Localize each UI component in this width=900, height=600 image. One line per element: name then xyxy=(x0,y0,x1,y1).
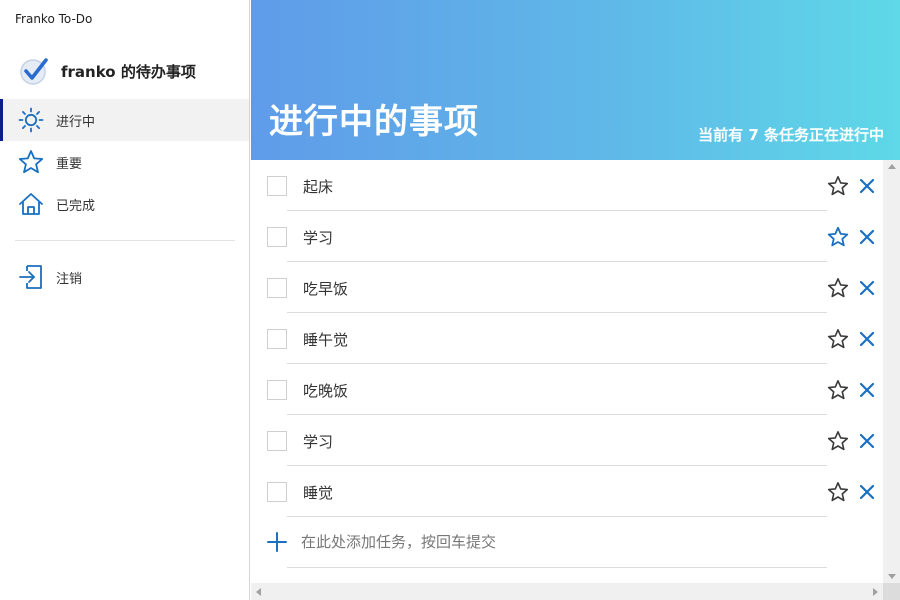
task-row: 睡觉 xyxy=(251,466,883,517)
task-text: 起床 xyxy=(303,178,334,196)
task-row: 学习 xyxy=(251,211,883,262)
plus-icon[interactable] xyxy=(266,531,288,553)
star-icon[interactable] xyxy=(827,226,849,248)
task-checkbox[interactable] xyxy=(267,380,287,400)
task-text: 吃晚饭 xyxy=(303,382,349,400)
sidebar-nav: 进行中 重要 已完成 xyxy=(0,99,249,225)
close-icon[interactable] xyxy=(857,278,877,298)
close-icon[interactable] xyxy=(857,431,877,451)
task-checkbox[interactable] xyxy=(267,329,287,349)
task-row: 睡午觉 xyxy=(251,313,883,364)
task-text: 学习 xyxy=(303,229,334,247)
scroll-left-icon[interactable] xyxy=(256,588,261,596)
window-title: Franko To-Do xyxy=(15,12,93,26)
sidebar-item-in-progress[interactable]: 进行中 xyxy=(0,99,249,141)
star-icon[interactable] xyxy=(827,481,849,503)
close-icon[interactable] xyxy=(857,176,877,196)
star-icon[interactable] xyxy=(827,430,849,452)
user-name: franko 的待办事项 xyxy=(61,62,196,81)
task-text: 学习 xyxy=(303,433,334,451)
logout-button[interactable]: 注销 xyxy=(0,256,249,298)
horizontal-scrollbar[interactable] xyxy=(251,583,883,600)
check-circle-icon xyxy=(20,58,48,85)
add-task-row xyxy=(251,517,883,568)
sidebar-item-label: 重要 xyxy=(56,156,83,172)
task-count-text: 当前有 7 条任务正在进行中 xyxy=(698,126,884,144)
task-row: 学习 xyxy=(251,415,883,466)
scroll-up-icon[interactable] xyxy=(888,164,896,169)
logout-icon xyxy=(18,264,44,290)
star-icon[interactable] xyxy=(827,328,849,350)
task-row: 吃早饭 xyxy=(251,262,883,313)
logout-label: 注销 xyxy=(56,271,83,287)
sidebar-item-label: 已完成 xyxy=(56,198,96,214)
scroll-right-icon[interactable] xyxy=(873,588,878,596)
sidebar: Franko To-Do franko 的待办事项 进行中 重要 已完成 注销 xyxy=(0,0,250,600)
sidebar-item-label: 进行中 xyxy=(56,114,96,130)
vertical-scrollbar[interactable] xyxy=(883,160,900,583)
task-checkbox[interactable] xyxy=(267,227,287,247)
sidebar-divider xyxy=(15,240,235,241)
sun-icon xyxy=(18,107,44,133)
task-checkbox[interactable] xyxy=(267,176,287,196)
close-icon[interactable] xyxy=(857,329,877,349)
user-header: franko 的待办事项 xyxy=(18,54,196,88)
page-title: 进行中的事项 xyxy=(269,102,479,142)
close-icon[interactable] xyxy=(857,227,877,247)
star-icon[interactable] xyxy=(827,379,849,401)
scrollbar-corner xyxy=(883,583,900,600)
task-text: 睡午觉 xyxy=(303,331,349,349)
star-icon[interactable] xyxy=(827,175,849,197)
home-icon xyxy=(18,191,44,217)
task-list: 起床 学习 吃早饭 睡午觉 吃晚饭 学习 睡觉 在此处添加任务，按回车提交 xyxy=(251,160,883,583)
add-task-input[interactable] xyxy=(301,529,801,555)
main-panel: 进行中的事项 当前有 7 条任务正在进行中 起床 学习 吃早饭 睡午觉 吃晚饭 … xyxy=(251,0,900,600)
task-checkbox[interactable] xyxy=(267,278,287,298)
logout-nav: 注销 xyxy=(0,256,249,298)
star-icon xyxy=(18,149,44,175)
star-icon[interactable] xyxy=(827,277,849,299)
add-task-divider xyxy=(287,567,827,568)
task-text: 睡觉 xyxy=(303,484,334,502)
task-row: 起床 xyxy=(251,160,883,211)
task-checkbox[interactable] xyxy=(267,431,287,451)
page-header: 进行中的事项 当前有 7 条任务正在进行中 xyxy=(251,0,900,160)
task-text: 吃早饭 xyxy=(303,280,349,298)
task-checkbox[interactable] xyxy=(267,482,287,502)
close-icon[interactable] xyxy=(857,482,877,502)
sidebar-item-important[interactable]: 重要 xyxy=(0,141,249,183)
task-row: 吃晚饭 xyxy=(251,364,883,415)
sidebar-item-completed[interactable]: 已完成 xyxy=(0,183,249,225)
scroll-down-icon[interactable] xyxy=(888,574,896,579)
close-icon[interactable] xyxy=(857,380,877,400)
